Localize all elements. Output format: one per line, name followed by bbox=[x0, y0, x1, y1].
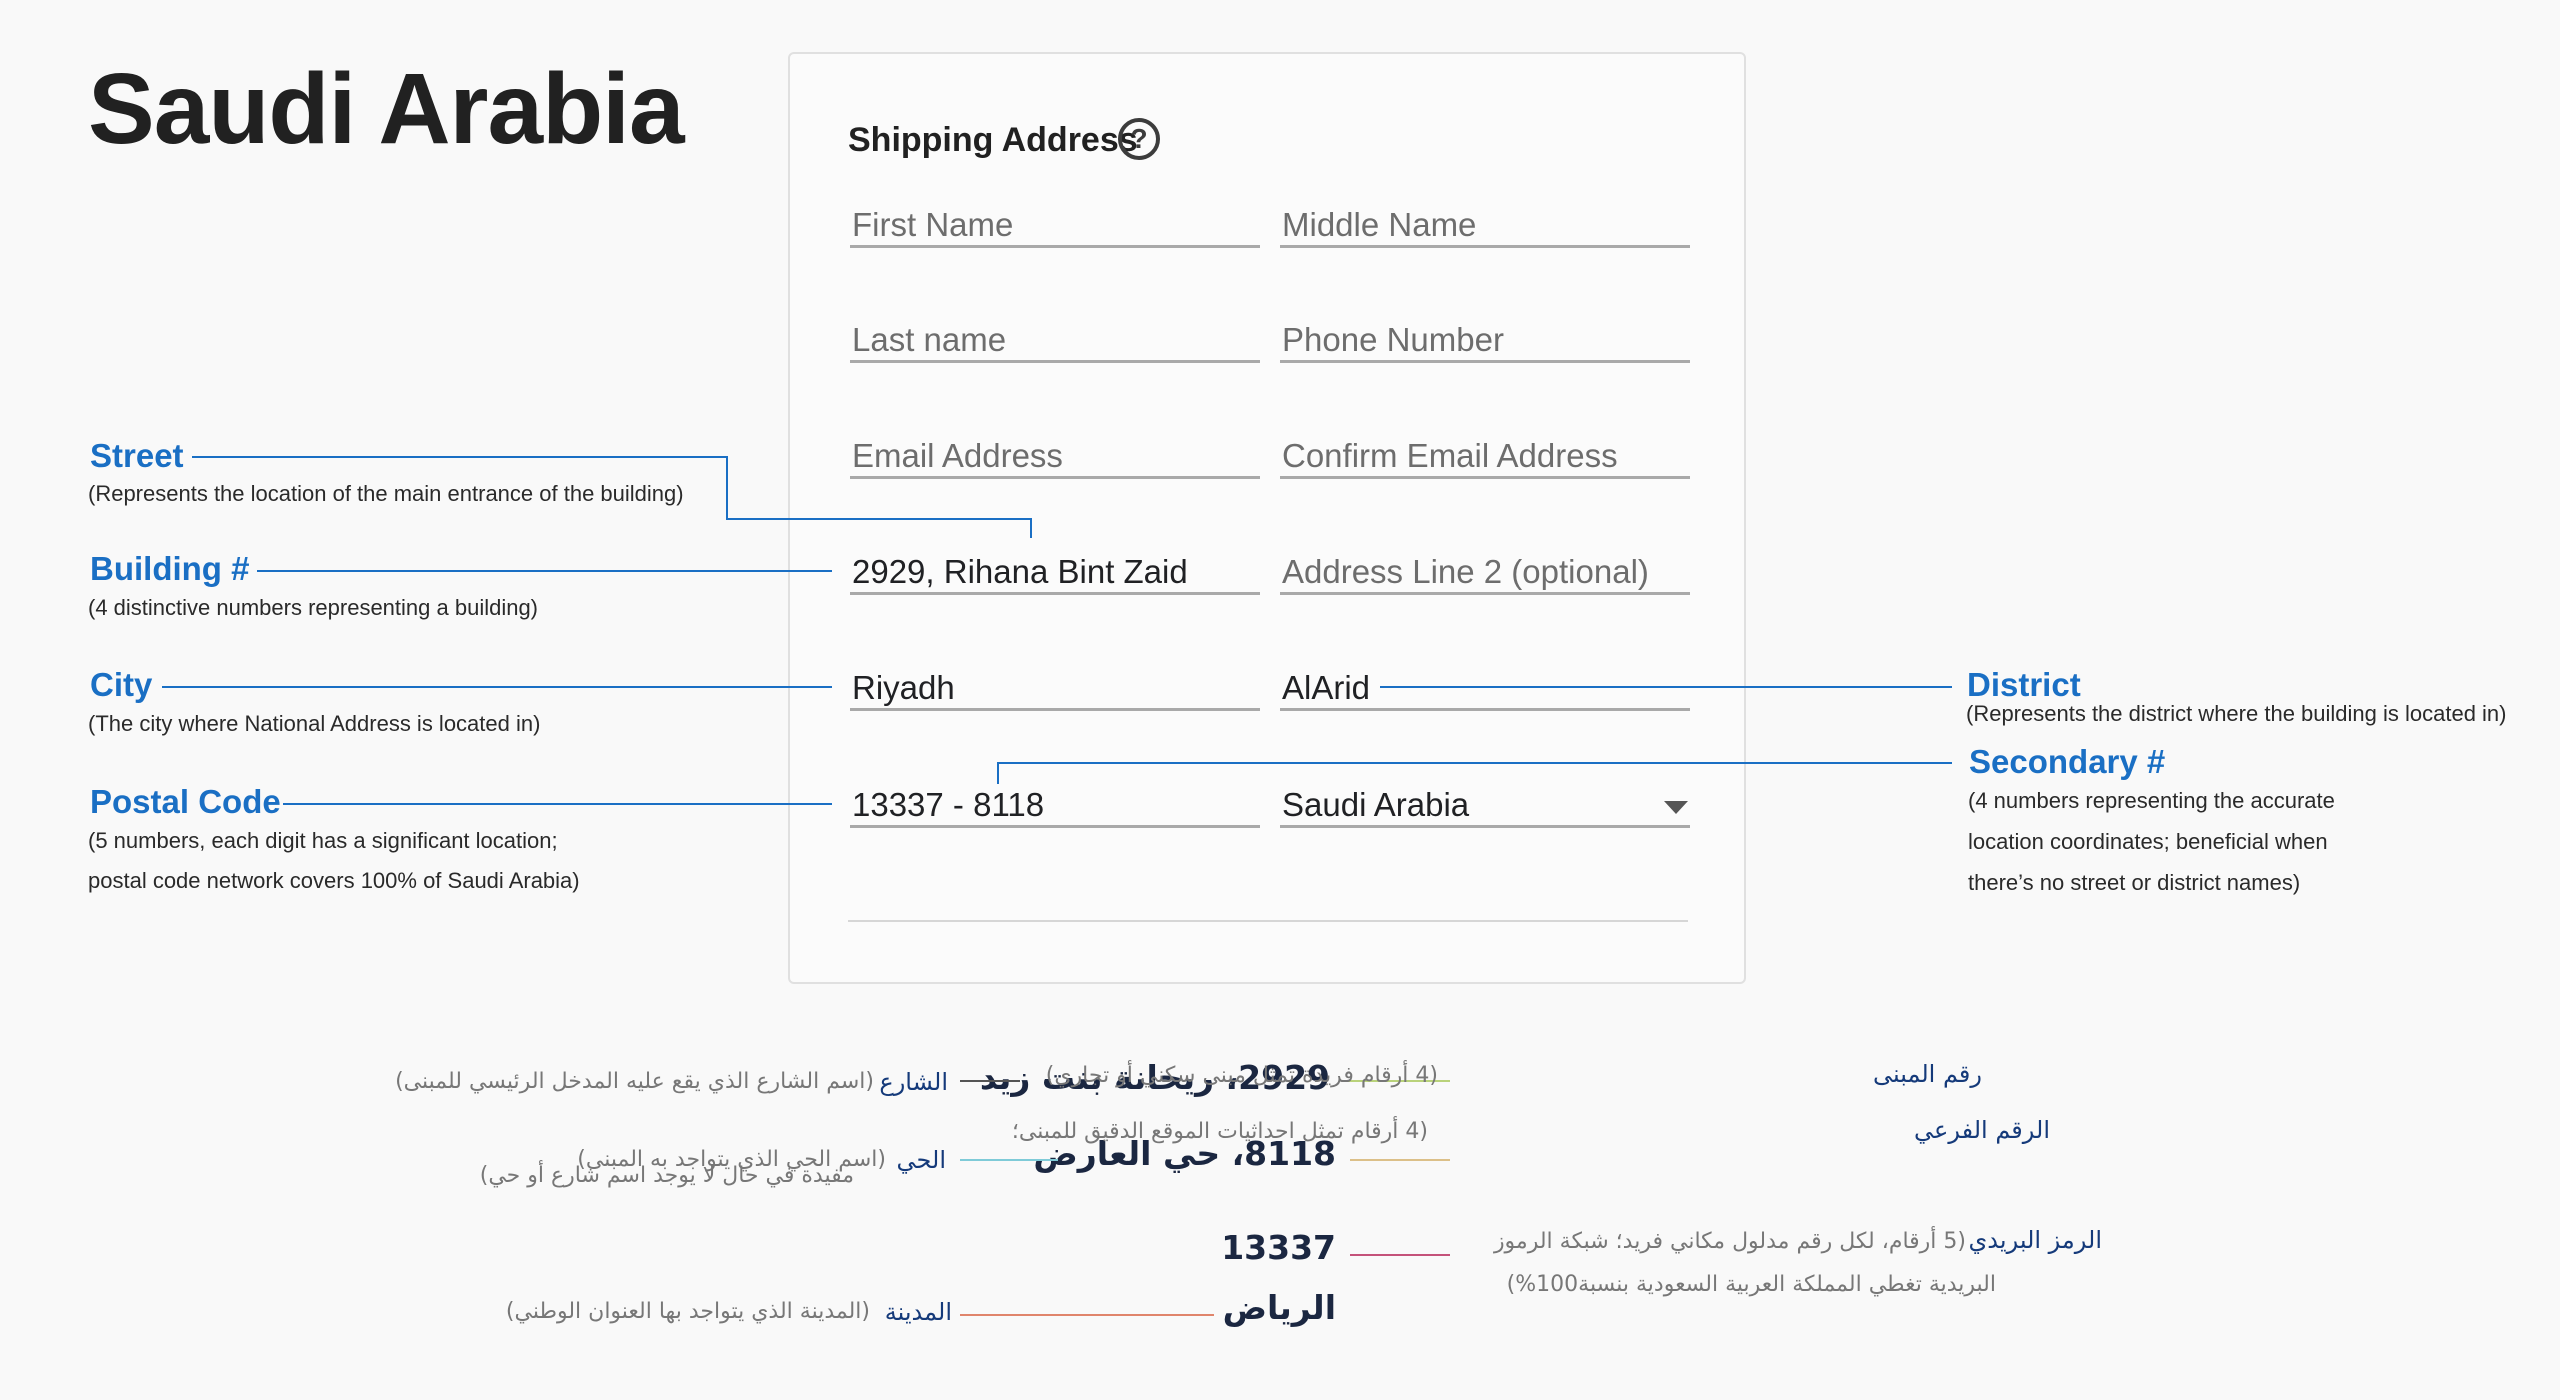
postal-code-input[interactable] bbox=[850, 785, 1260, 825]
connector-line bbox=[162, 686, 832, 688]
district-field bbox=[1280, 668, 1690, 711]
annotation-city-desc: (The city where National Address is loca… bbox=[88, 711, 541, 736]
city-input[interactable] bbox=[850, 668, 1260, 708]
annotation-secondary-desc-2: location coordinates; beneficial when bbox=[1968, 829, 2328, 854]
middle-name-input[interactable] bbox=[1280, 205, 1690, 245]
help-icon[interactable]: ? bbox=[1118, 118, 1160, 160]
connector-line bbox=[1380, 686, 1952, 688]
city-field bbox=[850, 668, 1260, 711]
connector-line bbox=[192, 456, 727, 458]
arabic-city-key: المدينة bbox=[884, 1298, 952, 1326]
connector-line bbox=[997, 762, 1952, 764]
annotation-building-desc: (4 distinctive numbers representing a bu… bbox=[88, 595, 539, 620]
annotation-street-desc: (Represents the location of the main ent… bbox=[88, 481, 684, 506]
arabic-postal-example: 13337 bbox=[1221, 1228, 1336, 1267]
first-name-field bbox=[850, 205, 1260, 248]
arabic-connector-line bbox=[1350, 1254, 1450, 1256]
annotation-district-desc: (Represents the district where the build… bbox=[1966, 701, 2507, 726]
chevron-down-icon[interactable] bbox=[1664, 801, 1688, 814]
last-name-input[interactable] bbox=[850, 320, 1260, 360]
phone-field bbox=[1280, 320, 1690, 363]
postal-code-field bbox=[850, 785, 1260, 828]
connector-line bbox=[1030, 518, 1032, 538]
arabic-street-desc: (اسم الشارع الذي يقع عليه المدخل الرئيسي… bbox=[395, 1069, 874, 1094]
first-name-input[interactable] bbox=[850, 205, 1260, 245]
last-name-field bbox=[850, 320, 1260, 363]
arabic-connector-line bbox=[1350, 1159, 1450, 1161]
arabic-city-desc: (المدينة الذي يتواجد بها العنوان الوطني) bbox=[505, 1299, 870, 1324]
arabic-city-example: الرياض bbox=[1222, 1288, 1336, 1327]
annotation-secondary-desc-3: there’s no street or district names) bbox=[1968, 870, 2301, 895]
address-line-2-input[interactable] bbox=[1280, 552, 1690, 592]
country-select-value[interactable] bbox=[1280, 785, 1690, 825]
arabic-postal-desc-2: البريدية تغطي المملكة العربية السعودية ب… bbox=[1506, 1272, 1996, 1297]
arabic-secondary-desc-1: (4 أرقام تمثل احداثيات الموقع الدقيق للم… bbox=[1011, 1119, 1428, 1144]
arabic-building-key: رقم المبنى bbox=[1872, 1060, 1982, 1088]
email-field bbox=[850, 436, 1260, 479]
arabic-postal-key: الرمز البريدي bbox=[1968, 1226, 2102, 1254]
district-input[interactable] bbox=[1280, 668, 1690, 708]
arabic-connector-line bbox=[960, 1159, 1058, 1161]
address-line-1-field bbox=[850, 552, 1260, 595]
confirm-email-field bbox=[1280, 436, 1690, 479]
arabic-secondary-key: الرقم الفرعي bbox=[1914, 1116, 2050, 1144]
arabic-secondary-desc-2: مفيدة في حال لا يوجد اسم شارع أو حي) bbox=[479, 1163, 854, 1188]
empty-field-divider bbox=[848, 920, 1688, 922]
country-select[interactable] bbox=[1280, 785, 1690, 828]
annotation-postal-desc-2: postal code network covers 100% of Saudi… bbox=[88, 868, 580, 893]
arabic-connector-line bbox=[960, 1080, 1020, 1082]
arabic-street-key: الشارع bbox=[879, 1068, 948, 1096]
connector-line bbox=[726, 518, 1031, 520]
annotation-secondary-desc-1: (4 numbers representing the accurate bbox=[1968, 788, 2335, 813]
arabic-connector-line bbox=[960, 1314, 1214, 1316]
annotation-street-title: Street bbox=[90, 437, 184, 474]
annotation-building-title: Building # bbox=[90, 550, 250, 587]
annotation-postal-title: Postal Code bbox=[90, 783, 281, 820]
arabic-building-desc: (4 أرقام فريدة تمثل مبنى سكني أو تجاري) bbox=[1045, 1063, 1438, 1088]
annotation-city-title: City bbox=[90, 666, 153, 703]
connector-line bbox=[997, 762, 999, 784]
connector-line bbox=[726, 456, 728, 518]
phone-input[interactable] bbox=[1280, 320, 1690, 360]
middle-name-field bbox=[1280, 205, 1690, 248]
arabic-postal-desc-1: (5 أرقام، لكل رقم مدلول مكاني فريد؛ شبكة… bbox=[1493, 1229, 1966, 1254]
form-heading: Shipping Address bbox=[848, 121, 1138, 159]
confirm-email-input[interactable] bbox=[1280, 436, 1690, 476]
address-line-2-field bbox=[1280, 552, 1690, 595]
address-line-1-input[interactable] bbox=[850, 552, 1260, 592]
connector-line bbox=[257, 570, 832, 572]
page-title: Saudi Arabia bbox=[88, 53, 685, 165]
connector-line bbox=[283, 803, 832, 805]
annotation-postal-desc-1: (5 numbers, each digit has a significant… bbox=[88, 828, 558, 853]
arabic-district-key: الحي bbox=[896, 1146, 946, 1174]
annotation-secondary-title: Secondary # bbox=[1969, 743, 2166, 780]
email-input[interactable] bbox=[850, 436, 1260, 476]
